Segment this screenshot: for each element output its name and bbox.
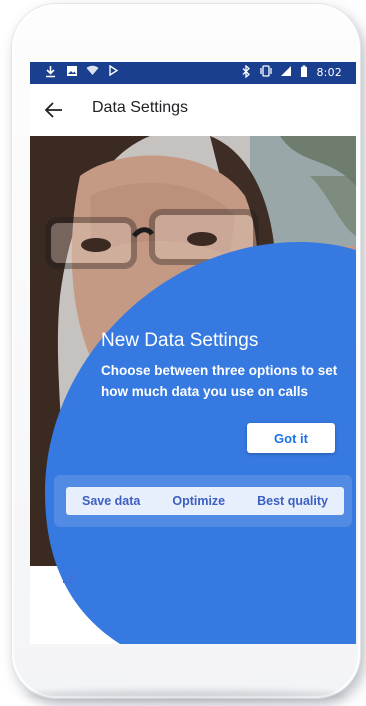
status-time: 8:02 (316, 65, 342, 79)
phone-frame: 8:02 Data Settings New Data Settings Cho… (12, 4, 360, 698)
page-title: Data Settings (92, 99, 189, 116)
vibrate-icon (259, 65, 273, 79)
download-icon (44, 65, 57, 79)
option-optimize[interactable]: Optimize (156, 494, 241, 508)
option-best-quality[interactable]: Best quality (241, 494, 344, 508)
status-left-icons (44, 64, 120, 79)
data-options-segmented-control: Save data Optimize Best quality (66, 487, 344, 515)
play-icon (107, 64, 120, 79)
got-it-button[interactable]: Got it (247, 423, 335, 453)
status-bar: 8:02 (30, 62, 356, 84)
signal-icon (278, 65, 292, 79)
phone-shadow (26, 690, 346, 700)
battery-icon (297, 65, 310, 79)
bluetooth-icon (240, 64, 253, 79)
image-icon (65, 65, 78, 79)
status-right-icons: 8:02 (240, 64, 342, 79)
learn-more-link[interactable]: Le (62, 572, 75, 586)
tooltip-title: New Data Settings (101, 330, 259, 351)
app-bar: Data Settings (30, 84, 356, 136)
arrow-left-icon[interactable] (42, 98, 66, 122)
option-save-data[interactable]: Save data (66, 494, 156, 508)
phone-screen: 8:02 Data Settings New Data Settings Cho… (30, 62, 356, 644)
tooltip-body: Choose between three options to set how … (101, 363, 338, 399)
wifi-icon (86, 65, 99, 79)
